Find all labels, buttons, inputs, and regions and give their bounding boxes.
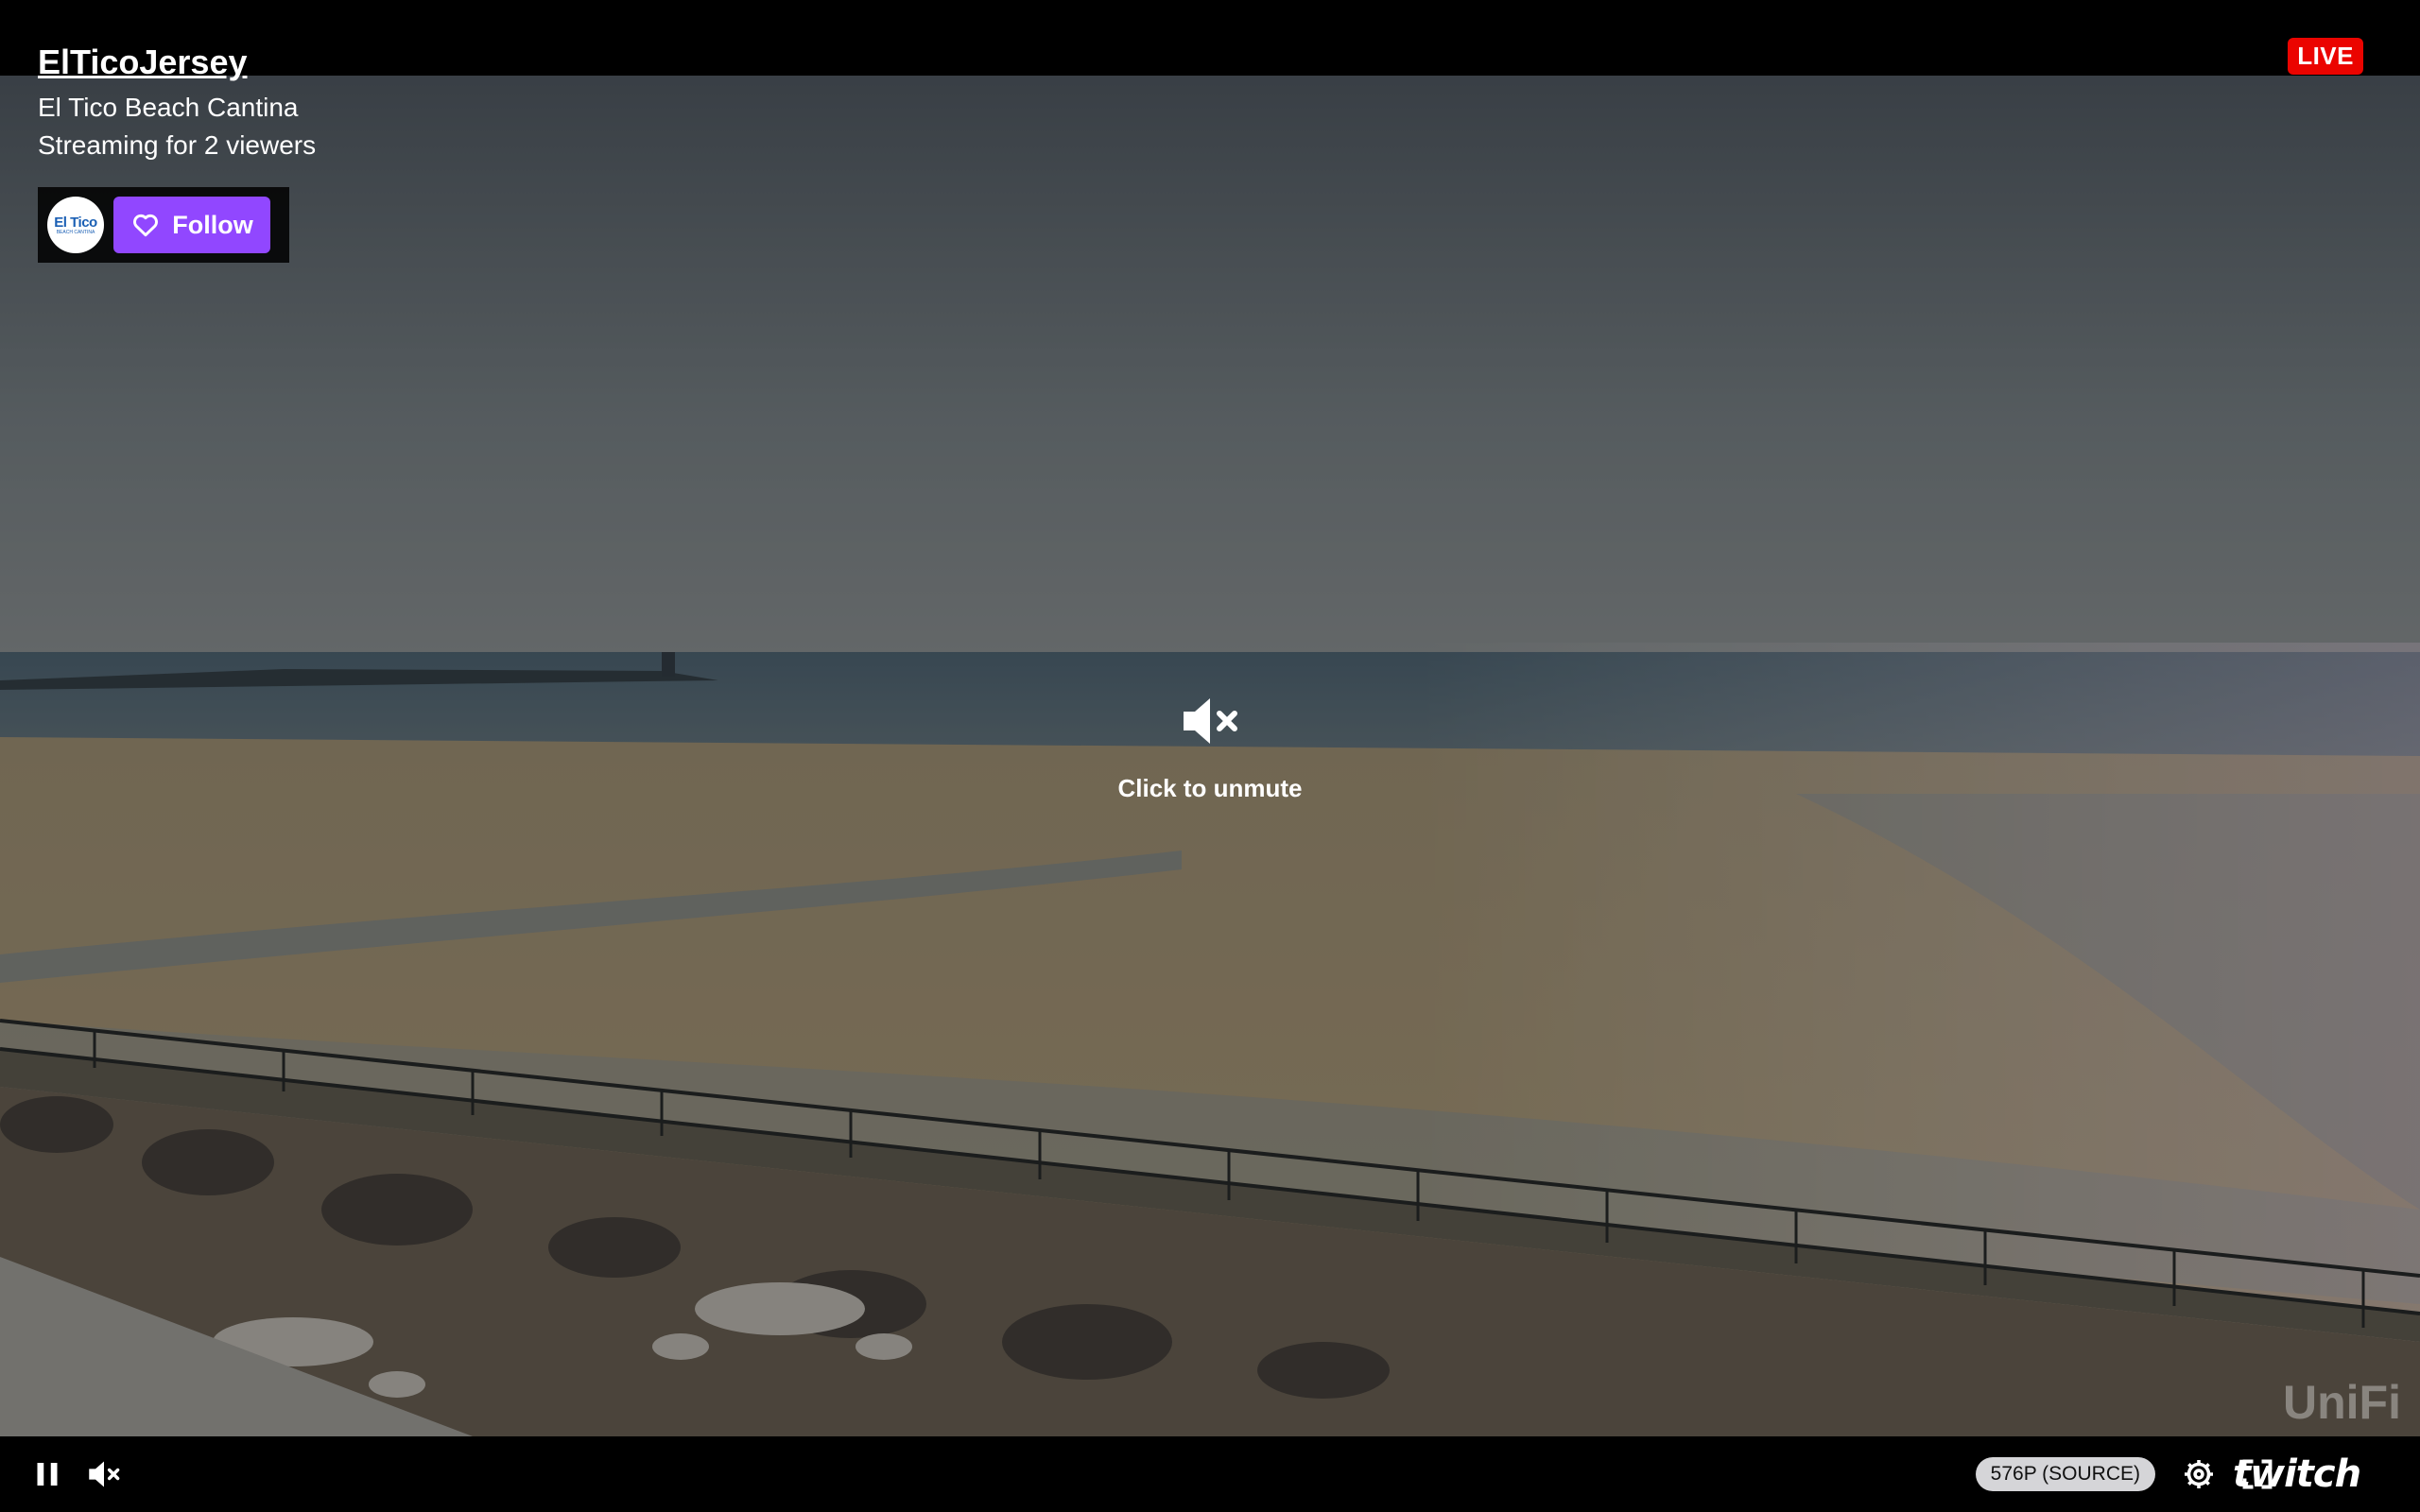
stream-title: El Tico Beach Cantina <box>38 93 299 122</box>
gear-icon <box>2185 1460 2213 1488</box>
follow-button[interactable]: Follow <box>113 197 270 253</box>
unmute-label: Click to unmute <box>1117 774 1303 802</box>
pause-icon <box>37 1463 58 1486</box>
channel-info: ElTicoJersey El Tico Beach Cantina Strea… <box>38 42 316 164</box>
volume-button[interactable] <box>83 1453 125 1495</box>
avatar-logo-text: El Tico <box>54 214 97 231</box>
top-letterbox <box>0 0 2420 76</box>
quality-badge[interactable]: 576P (SOURCE) <box>1975 1457 2155 1491</box>
follow-panel: El Tico BEACH CANTINA Follow <box>38 187 289 263</box>
muted-speaker-icon <box>1184 698 1237 744</box>
unifi-watermark: UniFi <box>2283 1376 2401 1429</box>
heart-icon <box>133 214 159 237</box>
settings-button[interactable] <box>2178 1453 2220 1495</box>
pause-button[interactable] <box>26 1453 68 1495</box>
viewer-count: Streaming for 2 viewers <box>38 130 317 160</box>
live-badge: LIVE <box>2288 38 2363 75</box>
avatar-logo-subtext: BEACH CANTINA <box>56 229 95 235</box>
avatar[interactable]: El Tico BEACH CANTINA <box>47 197 104 253</box>
follow-label: Follow <box>172 210 253 239</box>
muted-speaker-icon <box>89 1461 120 1487</box>
click-to-unmute[interactable]: Click to unmute <box>1115 695 1305 803</box>
channel-name-link[interactable]: ElTicoJersey <box>38 42 316 83</box>
player-controls: 576P (SOURCE) twitch <box>0 1436 2420 1512</box>
twitch-logo[interactable]: twitch <box>2233 1453 2394 1495</box>
